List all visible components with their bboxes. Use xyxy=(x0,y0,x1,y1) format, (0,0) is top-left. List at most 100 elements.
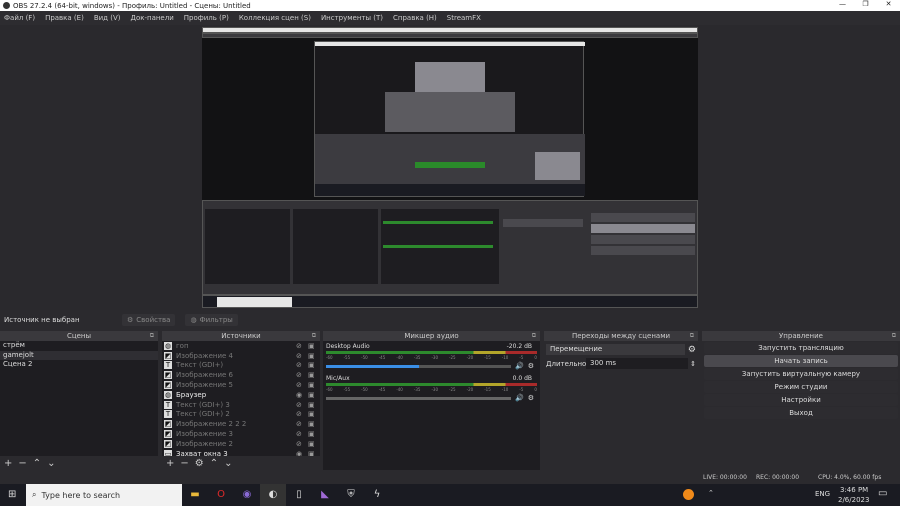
gear-icon[interactable]: ⚙ xyxy=(195,458,204,469)
eye-hidden-icon[interactable]: ⊘ xyxy=(296,371,308,379)
lock-icon[interactable]: ▣ xyxy=(308,381,320,389)
menu-tools[interactable]: Инструменты (T) xyxy=(321,14,383,22)
undock-icon[interactable]: ⧉ xyxy=(532,331,536,341)
remove-icon[interactable]: − xyxy=(180,458,188,469)
source-item[interactable]: ◩ Изображение 4 ⊘ ▣ xyxy=(162,351,320,361)
scene-item[interactable]: стрём xyxy=(0,341,158,351)
opera-icon[interactable]: O xyxy=(208,484,234,506)
tray-app-icon[interactable] xyxy=(683,489,694,500)
notifications-icon[interactable]: ▭ xyxy=(878,488,887,499)
source-item[interactable]: ◩ Изображение 2 ⊘ ▣ xyxy=(162,439,320,449)
source-item[interactable]: ◩ Изображение 6 ⊘ ▣ xyxy=(162,370,320,380)
obs-icon[interactable]: ◐ xyxy=(260,484,286,506)
lock-icon[interactable]: ▣ xyxy=(308,401,320,409)
lock-icon[interactable]: ▣ xyxy=(308,361,320,369)
source-item[interactable]: ◩ Изображение 3 ⊘ ▣ xyxy=(162,429,320,439)
eye-hidden-icon[interactable]: ⊘ xyxy=(296,381,308,389)
visual-studio-icon[interactable]: ◣ xyxy=(312,484,338,506)
file-explorer-icon[interactable]: ▬ xyxy=(182,484,208,506)
minimize-button[interactable]: — xyxy=(831,0,854,8)
menu-file[interactable]: Файл (F) xyxy=(4,14,35,22)
lock-icon[interactable]: ▣ xyxy=(308,420,320,428)
move-down-icon[interactable]: ⌄ xyxy=(47,458,55,469)
volume-slider[interactable] xyxy=(326,364,511,368)
add-icon[interactable]: + xyxy=(166,458,174,469)
gear-icon[interactable]: ⚙ xyxy=(688,345,696,355)
studio-mode-button[interactable]: Режим студии xyxy=(704,381,898,393)
eye-hidden-icon[interactable]: ⊘ xyxy=(296,401,308,409)
menu-help[interactable]: Справка (H) xyxy=(393,14,437,22)
duration-input[interactable]: 300 ms xyxy=(586,358,689,369)
menu-view[interactable]: Вид (V) xyxy=(94,14,121,22)
gear-icon[interactable]: ⚙ xyxy=(528,362,534,370)
start-streaming-button[interactable]: Запустить трансляцию xyxy=(704,342,898,354)
transition-select[interactable]: Перемещение xyxy=(546,344,685,355)
app-icon[interactable]: ◉ xyxy=(234,484,260,506)
taskbar-search[interactable]: ⌕ Type here to search xyxy=(26,484,182,506)
channel-name: Mic/Aux xyxy=(326,375,350,382)
eye-hidden-icon[interactable]: ⊘ xyxy=(296,352,308,360)
source-item[interactable]: T Текст (GDI+) 2 ⊘ ▣ xyxy=(162,410,320,420)
lock-icon[interactable]: ▣ xyxy=(308,391,320,399)
scene-item[interactable]: Сцена 2 xyxy=(0,360,158,370)
move-up-icon[interactable]: ⌃ xyxy=(33,458,41,469)
eye-hidden-icon[interactable]: ⊘ xyxy=(296,342,308,350)
shield-icon[interactable]: ⛨ xyxy=(338,484,364,506)
close-button[interactable]: ✕ xyxy=(877,0,900,8)
tray-chevron-icon[interactable]: ⌃ xyxy=(708,489,714,497)
start-virtual-camera-button[interactable]: Запустить виртуальную камеру xyxy=(704,368,898,380)
source-item[interactable]: ◩ Изображение 2 2 2 ⊘ ▣ xyxy=(162,419,320,429)
speaker-icon[interactable]: 🔊 xyxy=(515,362,524,370)
eye-hidden-icon[interactable]: ⊘ xyxy=(296,440,308,448)
source-item[interactable]: ◍ Браузер ◉ ▣ xyxy=(162,390,320,400)
stepper-icon[interactable]: ⇕ xyxy=(690,360,696,368)
gear-icon[interactable]: ⚙ xyxy=(528,394,534,402)
move-down-icon[interactable]: ⌄ xyxy=(224,458,232,469)
settings-button[interactable]: Настройки xyxy=(704,394,898,406)
lock-icon[interactable]: ▣ xyxy=(308,440,320,448)
source-item[interactable]: T Текст (GDI+) 3 ⊘ ▣ xyxy=(162,400,320,410)
properties-button[interactable]: ⚙ Свойства xyxy=(122,314,176,326)
eye-hidden-icon[interactable]: ⊘ xyxy=(296,410,308,418)
clock-date[interactable]: 2/6/2023 xyxy=(838,496,869,504)
menu-scene-collection[interactable]: Коллекция сцен (S) xyxy=(239,14,311,22)
eye-hidden-icon[interactable]: ⊘ xyxy=(296,361,308,369)
eye-hidden-icon[interactable]: ⊘ xyxy=(296,430,308,438)
lock-icon[interactable]: ▣ xyxy=(308,352,320,360)
remove-icon[interactable]: − xyxy=(18,458,26,469)
add-icon[interactable]: + xyxy=(4,458,12,469)
language-indicator[interactable]: ENG xyxy=(815,490,830,498)
eye-hidden-icon[interactable]: ⊘ xyxy=(296,420,308,428)
lock-icon[interactable]: ▣ xyxy=(308,342,320,350)
volume-slider[interactable] xyxy=(326,396,511,400)
document-icon[interactable]: ▯ xyxy=(286,484,312,506)
lightning-app-icon[interactable]: ϟ xyxy=(364,484,390,506)
lock-icon[interactable]: ▣ xyxy=(308,410,320,418)
menu-docks[interactable]: Док-панели xyxy=(130,14,173,22)
exit-button[interactable]: Выход xyxy=(704,407,898,419)
scene-item[interactable]: gamejolt xyxy=(0,350,158,360)
preview-canvas[interactable] xyxy=(202,27,698,308)
clock-time[interactable]: 3:46 PM xyxy=(840,486,868,494)
recursive-taskbar xyxy=(202,295,698,308)
lock-icon[interactable]: ▣ xyxy=(308,371,320,379)
source-item[interactable]: ◩ Изображение 5 ⊘ ▣ xyxy=(162,380,320,390)
windows-start-icon[interactable]: ⊞ xyxy=(8,484,16,506)
filters-button[interactable]: ◍ Фильтры xyxy=(185,314,238,326)
eye-icon[interactable]: ◉ xyxy=(296,391,308,399)
source-item[interactable]: T Текст (GDI+) ⊘ ▣ xyxy=(162,361,320,371)
undock-icon[interactable]: ⧉ xyxy=(150,331,154,341)
menu-profile[interactable]: Профиль (P) xyxy=(184,14,229,22)
speaker-icon[interactable]: 🔊 xyxy=(515,394,524,402)
undock-icon[interactable]: ⧉ xyxy=(312,331,316,341)
start-recording-button[interactable]: Начать запись xyxy=(704,355,898,367)
menu-streamfx[interactable]: StreamFX xyxy=(447,14,481,22)
move-up-icon[interactable]: ⌃ xyxy=(210,458,218,469)
undock-icon[interactable]: ⧉ xyxy=(690,331,694,341)
menu-edit[interactable]: Правка (E) xyxy=(45,14,84,22)
undock-icon[interactable]: ⧉ xyxy=(892,331,896,341)
transitions-header: Переходы между сценами ⧉ xyxy=(544,331,698,341)
source-item[interactable]: ◍ гоп ⊘ ▣ xyxy=(162,341,320,351)
maximize-button[interactable]: ❐ xyxy=(854,0,877,8)
lock-icon[interactable]: ▣ xyxy=(308,430,320,438)
